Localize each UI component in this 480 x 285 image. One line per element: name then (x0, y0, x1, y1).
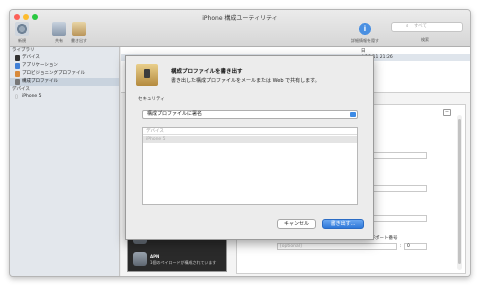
export-toolbar-button[interactable]: 書き出す (68, 22, 90, 44)
hide-info-label: 詳細情報を隠す (351, 38, 379, 43)
proxy-server-field[interactable]: [optional] (277, 243, 397, 250)
sidebar-item-label: iPhone 5 (22, 94, 42, 99)
sidebar: ライブラリ デバイス アプリケーション プロビジョニングプロファイル 構成プロフ… (10, 47, 120, 276)
scrollbar-thumb[interactable] (458, 119, 461, 264)
provisioning-icon (15, 71, 20, 77)
search-icon: ⌕ (406, 24, 409, 29)
cancel-button[interactable]: キャンセル (277, 219, 316, 229)
sidebar-item-label: プロビジョニングプロファイル (22, 71, 85, 76)
iphone-outline-icon: ▯ (15, 94, 18, 100)
proxy-placeholder: [optional] (280, 244, 302, 249)
gear-icon (133, 252, 147, 266)
port-field[interactable]: 0 (404, 243, 427, 250)
app-window: iPhone 構成ユーティリティ 新規 共有 書き出す i 詳細情報を隠す ⌕ … (9, 9, 471, 277)
export-profile-sheet: 構成プロファイルを書き出す 書き出した構成プロファイルをメールまたは Web で… (125, 55, 374, 240)
payload-title: APN (150, 254, 160, 259)
iphone-icon (15, 55, 20, 61)
payload-subtitle: 1個のペイロードが構成されています (150, 260, 217, 265)
search-label: 検索 (421, 37, 429, 42)
export-button[interactable]: 書き出す... (322, 219, 364, 229)
app-icon (15, 63, 20, 69)
sidebar-item-devices[interactable]: デバイス (10, 54, 119, 62)
hide-info-button[interactable]: i 詳細情報を隠す (350, 22, 380, 44)
security-select[interactable]: 構成プロファイルに署名 (142, 110, 358, 119)
sidebar-item-label: アプリケーション (22, 63, 58, 68)
library-header: ライブラリ (12, 48, 35, 53)
new-profile-button[interactable]: 新規 (11, 22, 33, 44)
device-list-header: デバイス (143, 128, 357, 135)
export-toolbar-label: 書き出す (71, 38, 87, 43)
sheet-description: 書き出した構成プロファイルをメールまたは Web で共有します。 (171, 78, 320, 84)
sidebar-item-applications[interactable]: アプリケーション (10, 62, 119, 70)
sidebar-item-provisioning[interactable]: プロビジョニングプロファイル (10, 70, 119, 78)
search-input[interactable]: ⌕ すべて (391, 22, 463, 32)
window-title: iPhone 構成ユーティリティ (202, 15, 278, 22)
sidebar-item-config-profiles[interactable]: 構成プロファイル (10, 78, 119, 86)
sidebar-item-label: デバイス (22, 55, 40, 60)
port-value: 0 (407, 244, 410, 249)
gear-icon (15, 22, 29, 36)
sheet-title: 構成プロファイルを書き出す (171, 69, 243, 75)
sidebar-item-label: 構成プロファイル (22, 79, 58, 84)
export-box-icon (136, 64, 158, 86)
collapse-button[interactable]: − (443, 109, 451, 116)
security-label: セキュリティ (138, 97, 165, 102)
sidebar-item-iphone5[interactable]: ▯ iPhone 5 (10, 93, 119, 101)
devices-header: デバイス (12, 87, 30, 92)
share-label: 共有 (55, 38, 63, 43)
share-icon (52, 22, 66, 36)
chevron-updown-icon (350, 112, 356, 117)
port-colon: : (400, 244, 402, 249)
info-icon: i (358, 22, 372, 36)
share-button[interactable]: 共有 (48, 22, 70, 44)
device-list: デバイス iPhone 5 (142, 127, 358, 205)
payload-card-apn[interactable]: APN 1個のペイロードが構成されています (131, 250, 225, 269)
export-box-icon (72, 22, 86, 36)
search-placeholder: すべて (414, 24, 428, 29)
security-selected-value: 構成プロファイルに署名 (147, 111, 203, 117)
device-row: iPhone 5 (143, 136, 357, 143)
new-profile-label: 新規 (18, 38, 26, 43)
titlebar: iPhone 構成ユーティリティ 新規 共有 書き出す i 詳細情報を隠す ⌕ … (10, 10, 470, 47)
config-profile-icon (15, 79, 20, 85)
